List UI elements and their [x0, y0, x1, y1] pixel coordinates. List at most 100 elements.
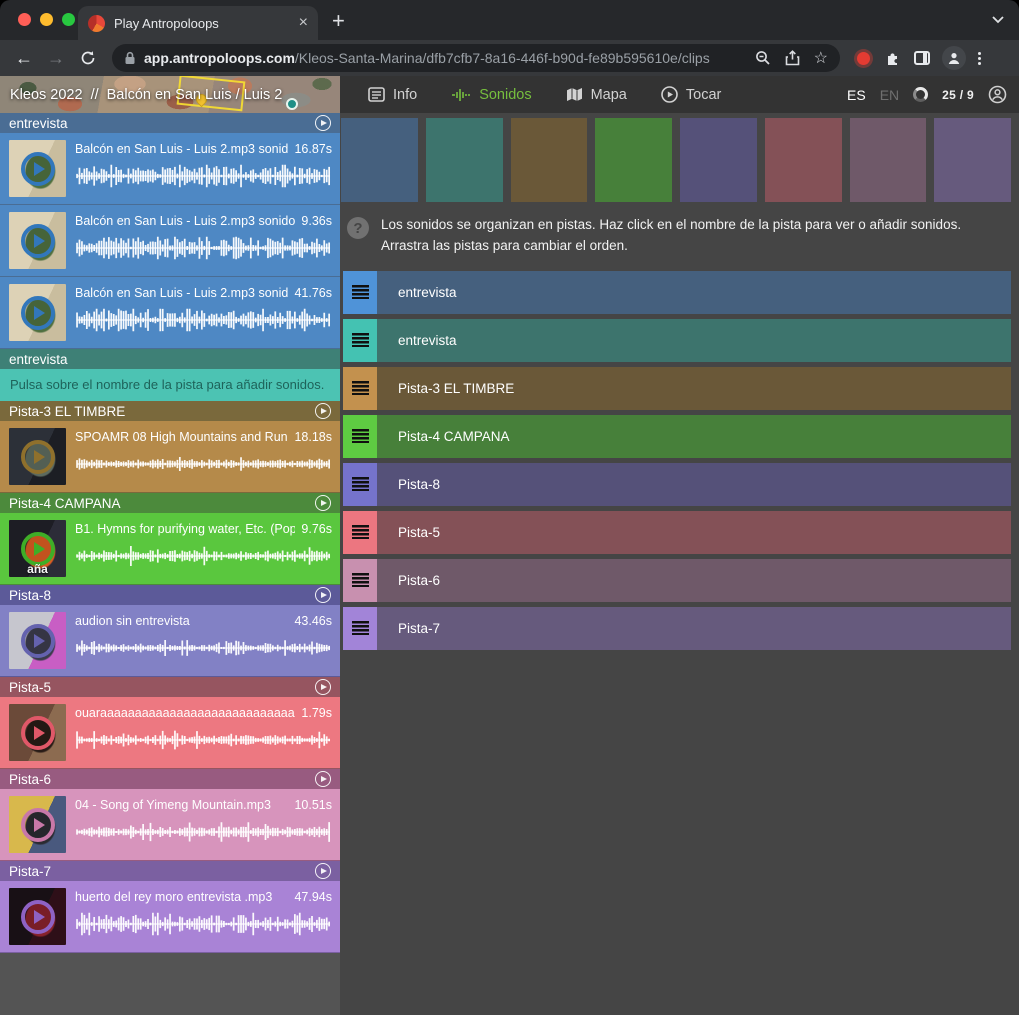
url-text[interactable]: app.antropoloops.com/Kleos-Santa-Marina/… — [144, 50, 747, 66]
track-row-body[interactable]: Pista-3 EL TIMBRE — [377, 367, 1011, 410]
track-header[interactable]: Pista-5 — [0, 677, 340, 697]
close-window-button[interactable] — [18, 13, 31, 26]
drag-handle-icon — [352, 525, 369, 539]
track-play-button[interactable] — [315, 403, 331, 419]
track-row[interactable]: Pista-8 — [343, 463, 1011, 506]
track-play-button[interactable] — [315, 771, 331, 787]
clip-item[interactable]: Balcón en San Luis - Luis 2.mp3 sonido h… — [0, 205, 340, 276]
extensions-puzzle-icon[interactable] — [885, 50, 902, 67]
browser-menu-icon[interactable] — [978, 52, 981, 65]
clip-play-button[interactable] — [21, 224, 55, 258]
clip-play-button[interactable] — [21, 808, 55, 842]
browser-tab[interactable]: Play Antropoloops × — [78, 6, 318, 40]
track-play-button[interactable] — [315, 495, 331, 511]
nav-item-info[interactable]: Info — [356, 76, 429, 113]
clip-thumbnail — [9, 140, 66, 197]
account-icon[interactable] — [988, 85, 1007, 104]
track-row-body[interactable]: Pista-6 — [377, 559, 1011, 602]
track-row-body[interactable]: Pista-5 — [377, 511, 1011, 554]
track-row[interactable]: Pista-7 — [343, 607, 1011, 650]
tab-search-chevron-icon[interactable] — [991, 14, 1005, 24]
clip-item[interactable]: Balcón en San Luis - Luis 2.mp3 sonido h… — [0, 277, 340, 348]
clip-item[interactable]: 04 - Song of Yimeng Mountain.mp310.51s — [0, 789, 340, 860]
drag-handle[interactable] — [343, 463, 377, 506]
track-play-button[interactable] — [315, 587, 331, 603]
drag-handle[interactable] — [343, 271, 377, 314]
map-thumbnail[interactable]: Kleos 2022 // Balcón en San Luis / Luis … — [0, 76, 340, 113]
track-header[interactable]: entrevista — [0, 113, 340, 133]
nav-item-tocar[interactable]: Tocar — [649, 76, 733, 113]
track-play-button[interactable] — [315, 115, 331, 131]
track-row[interactable]: Pista-6 — [343, 559, 1011, 602]
track-row[interactable]: entrevista — [343, 319, 1011, 362]
clip-item[interactable]: ouaraaaaaaaaaaaaaaaaaaaaaaaaaaaaaaaaaaaa… — [0, 697, 340, 768]
track-header[interactable]: Pista-8 — [0, 585, 340, 605]
clip-play-button[interactable] — [21, 624, 55, 658]
track-row-body[interactable]: entrevista — [377, 271, 1011, 314]
clip-play-button[interactable] — [21, 532, 55, 566]
clip-title: 04 - Song of Yimeng Mountain.mp3 — [75, 798, 288, 812]
nav-item-sonidos[interactable]: Sonidos — [439, 76, 543, 113]
clip-item[interactable]: añaB1. Hymns for purifying water, Etc. (… — [0, 513, 340, 584]
zoom-page-icon[interactable] — [755, 50, 771, 66]
clip-thumbnail — [9, 284, 66, 341]
new-tab-button[interactable]: + — [332, 8, 345, 34]
play-triangle-icon — [321, 684, 327, 690]
close-tab-icon[interactable]: × — [299, 15, 308, 31]
track-header[interactable]: entrevista — [0, 349, 340, 369]
track-row[interactable]: entrevista — [343, 271, 1011, 314]
clip-item[interactable]: huerto del rey moro entrevista .mp347.94… — [0, 881, 340, 952]
help-text: Los sonidos se organizan en pistas. Haz … — [381, 215, 985, 257]
share-icon[interactable] — [785, 50, 800, 66]
clip-item[interactable]: audion sin entrevista43.46s — [0, 605, 340, 676]
side-panel-icon[interactable] — [914, 51, 930, 65]
track-header[interactable]: Pista-3 EL TIMBRE — [0, 401, 340, 421]
track-row[interactable]: Pista-3 EL TIMBRE — [343, 367, 1011, 410]
track-row-body[interactable]: Pista-7 — [377, 607, 1011, 650]
track-play-button[interactable] — [315, 679, 331, 695]
tracks-sidebar: entrevistaBalcón en San Luis - Luis 2.mp… — [0, 113, 340, 1015]
nav-item-label: Tocar — [686, 87, 721, 103]
breadcrumb-project[interactable]: Kleos 2022 — [10, 87, 83, 103]
drag-handle[interactable] — [343, 559, 377, 602]
track-header[interactable]: Pista-6 — [0, 769, 340, 789]
browser-profile-avatar[interactable] — [942, 46, 966, 70]
lang-es-button[interactable]: ES — [847, 87, 866, 103]
clip-play-button[interactable] — [21, 152, 55, 186]
clip-item[interactable]: Balcón en San Luis - Luis 2.mp3 sonido h… — [0, 133, 340, 204]
drag-handle[interactable] — [343, 511, 377, 554]
clip-item[interactable]: SPOAMR 08 High Mountains and Running ...… — [0, 421, 340, 492]
track-color-swatch — [934, 118, 1011, 202]
zoom-window-button[interactable] — [62, 13, 75, 26]
nav-item-mapa[interactable]: Mapa — [554, 76, 639, 113]
track-row-body[interactable]: Pista-4 CAMPANA — [377, 415, 1011, 458]
track-row-body[interactable]: entrevista — [377, 319, 1011, 362]
drag-handle[interactable] — [343, 607, 377, 650]
clip-play-button[interactable] — [21, 716, 55, 750]
clip-play-button[interactable] — [21, 296, 55, 330]
lang-en-button[interactable]: EN — [880, 87, 899, 103]
drag-handle[interactable] — [343, 415, 377, 458]
track-row[interactable]: Pista-5 — [343, 511, 1011, 554]
track-row-body[interactable]: Pista-8 — [377, 463, 1011, 506]
reload-button[interactable] — [74, 44, 102, 72]
recorder-extension-icon[interactable] — [857, 52, 870, 65]
drag-handle[interactable] — [343, 319, 377, 362]
track-row[interactable]: Pista-4 CAMPANA — [343, 415, 1011, 458]
track-play-button[interactable] — [315, 863, 331, 879]
track-header[interactable]: Pista-7 — [0, 861, 340, 881]
drag-handle[interactable] — [343, 367, 377, 410]
clip-title: SPOAMR 08 High Mountains and Running ... — [75, 430, 288, 444]
breadcrumb-separator: // — [91, 87, 99, 103]
lock-icon[interactable] — [124, 51, 136, 65]
forward-button[interactable]: → — [42, 44, 70, 72]
window-controls[interactable] — [18, 13, 75, 26]
clip-play-button[interactable] — [21, 440, 55, 474]
address-bar[interactable]: app.antropoloops.com/Kleos-Santa-Marina/… — [112, 44, 840, 72]
clip-play-button[interactable] — [21, 900, 55, 934]
track-header[interactable]: Pista-4 CAMPANA — [0, 493, 340, 513]
clip-body: B1. Hymns for purifying water, Etc. (Pop… — [75, 520, 332, 578]
back-button[interactable]: ← — [10, 44, 38, 72]
minimize-window-button[interactable] — [40, 13, 53, 26]
bookmark-star-icon[interactable]: ☆ — [814, 48, 828, 68]
